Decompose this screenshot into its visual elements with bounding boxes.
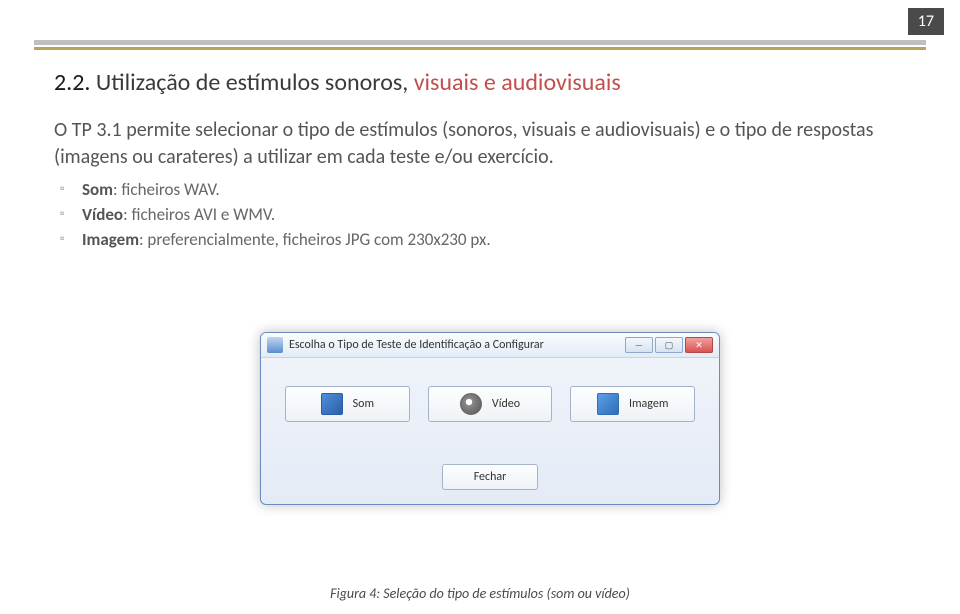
fechar-button[interactable]: Fechar [442, 464, 538, 490]
som-button[interactable]: Som [285, 386, 410, 422]
type-button-row: Som Vídeo Imagem [285, 386, 695, 422]
imagem-label: Imagem [629, 397, 668, 411]
dialog-screenshot: Escolha o Tipo de Teste de Identificação… [260, 332, 720, 505]
list-item: Som: ficheiros WAV. [82, 179, 920, 200]
bullet-label: Imagem [82, 229, 139, 250]
som-label: Som [353, 397, 374, 411]
bullet-rest: : ficheiros WAV. [113, 179, 220, 200]
figure-caption: Figura 4: Seleção do tipo de estímulos (… [0, 585, 960, 602]
bullet-list: Som: ficheiros WAV. Vídeo: ficheiros AVI… [54, 179, 920, 250]
heading-highlight: visuais e audiovisuais [414, 68, 621, 97]
dialog-body: Som Vídeo Imagem Fechar [261, 358, 719, 504]
titlebar: Escolha o Tipo de Teste de Identificação… [261, 333, 719, 358]
heading-text: Utilização de estímulos sonoros, [96, 68, 414, 97]
app-icon [267, 337, 283, 353]
content-area: 2.2. Utilização de estímulos sonoros, vi… [54, 68, 920, 254]
header-rule [34, 40, 926, 50]
intro-paragraph: O TP 3.1 permite selecionar o tipo de es… [54, 117, 920, 171]
list-item: Vídeo: ficheiros AVI e WMV. [82, 204, 920, 225]
window-controls: — ▢ ✕ [625, 337, 713, 353]
bullet-rest: : preferencialmente, ficheiros JPG com 2… [139, 229, 491, 250]
sound-icon [321, 393, 343, 415]
page-number-badge: 17 [908, 8, 944, 35]
section-heading: 2.2. Utilização de estímulos sonoros, vi… [54, 68, 920, 97]
video-label: Vídeo [492, 397, 520, 411]
bullet-label: Som [82, 179, 113, 200]
close-window-button[interactable]: ✕ [685, 337, 713, 353]
close-row: Fechar [285, 464, 695, 490]
video-icon [460, 393, 482, 415]
minimize-button[interactable]: — [625, 337, 653, 353]
bullet-label: Vídeo [82, 204, 123, 225]
maximize-button[interactable]: ▢ [655, 337, 683, 353]
video-button[interactable]: Vídeo [428, 386, 553, 422]
image-icon [597, 393, 619, 415]
list-item: Imagem: preferencialmente, ficheiros JPG… [82, 229, 920, 250]
bullet-rest: : ficheiros AVI e WMV. [123, 204, 275, 225]
imagem-button[interactable]: Imagem [570, 386, 695, 422]
dialog-window: Escolha o Tipo de Teste de Identificação… [260, 332, 720, 505]
window-title: Escolha o Tipo de Teste de Identificação… [289, 338, 619, 352]
heading-number: 2.2. [54, 68, 96, 97]
